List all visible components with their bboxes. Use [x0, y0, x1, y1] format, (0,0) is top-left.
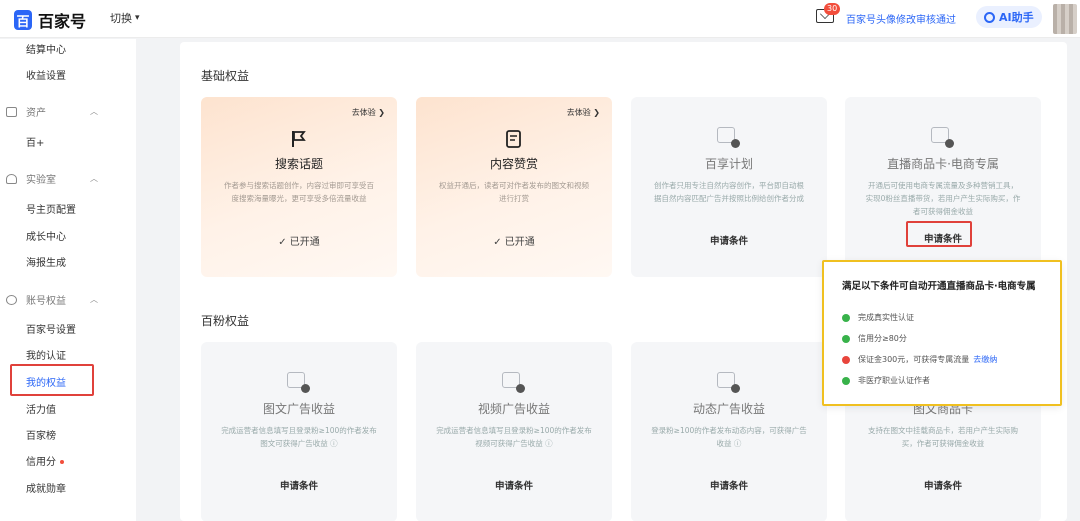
- card-title: 动态广告收益: [692, 402, 765, 416]
- apply-conditions-button[interactable]: 申请条件: [845, 478, 1041, 492]
- card-description: 完成运营者信息填写且登录粉≥100的作者发布图文可获得广告收益 ⓘ: [221, 426, 377, 448]
- top-bar: 百 百家号 切换 ▾ 30 百家号头像修改审核通过 AI助手: [0, 0, 1080, 38]
- sidebar-item-baiplus[interactable]: 百+: [26, 134, 44, 149]
- sidebar: 结算中心 收益设置 资产 ︿ 百+ 实验室 ︿ 号主页配置 成长中心 海报生成 …: [0, 39, 136, 521]
- condition-text: 完成真实性认证: [858, 313, 914, 322]
- card-description: 创作者只用专注自然内容创作，平台即自动根据自然内容匹配广告并按照比例给创作者分成: [654, 181, 804, 203]
- sidebar-group-label: 实验室: [26, 175, 56, 186]
- ai-assistant-button[interactable]: AI助手: [976, 6, 1042, 28]
- apply-conditions-button[interactable]: 申请条件: [201, 478, 397, 492]
- section-title-fans: 百粉权益: [201, 314, 250, 328]
- sidebar-group-lab[interactable]: 实验室 ︿: [6, 171, 98, 186]
- chevron-up-icon: ︿: [90, 107, 98, 116]
- rights-card-video-ad[interactable]: 视频广告收益 完成运营者信息填写且登录粉≥100的作者发布视频可获得广告收益 ⓘ…: [416, 342, 612, 521]
- sidebar-item-label: 信用分: [26, 457, 56, 468]
- condition-text: 信用分≥80分: [858, 334, 907, 343]
- sidebar-item-poster[interactable]: 海报生成: [26, 254, 66, 269]
- check-icon: [842, 376, 850, 385]
- rights-card-dynamic-ad[interactable]: 动态广告收益 登录粉≥100的作者发布动态内容，可获得广告收益 ⓘ 申请条件: [631, 342, 827, 521]
- sidebar-item-medals[interactable]: 成就勋章: [26, 480, 66, 495]
- card-title: 搜索话题: [274, 157, 323, 171]
- card-title: 内容赞赏: [489, 157, 538, 171]
- sidebar-item-vitality[interactable]: 活力值: [26, 401, 56, 416]
- card-description: 登录粉≥100的作者发布动态内容，可获得广告收益 ⓘ: [651, 426, 807, 448]
- condition-item: 信用分≥80分: [842, 333, 907, 344]
- apply-conditions-button[interactable]: 申请条件: [631, 233, 827, 247]
- switch-label: 切换: [110, 12, 132, 25]
- card-title: 视频广告收益: [477, 402, 550, 416]
- card-title: 直播商品卡·电商专属: [887, 157, 999, 171]
- check-icon: [842, 313, 850, 322]
- sidebar-item-credit[interactable]: 信用分: [26, 453, 64, 468]
- logo[interactable]: 百 百家号: [14, 8, 86, 32]
- section-title-basic: 基础权益: [201, 69, 250, 83]
- sidebar-item-growth-center[interactable]: 成长中心: [26, 228, 66, 243]
- apply-conditions-button[interactable]: 申请条件: [416, 478, 612, 492]
- try-link[interactable]: 去体验 ❯: [352, 107, 385, 118]
- try-link[interactable]: 去体验 ❯: [567, 107, 600, 118]
- chevron-down-icon: ▾: [135, 13, 140, 23]
- highlight-box-apply: [906, 221, 972, 247]
- card-description: 完成运营者信息填写且登录粉≥100的作者发布视频可获得广告收益 ⓘ: [436, 426, 592, 448]
- locked-rights-icon: [931, 127, 954, 148]
- highlight-box-my-rights: [10, 364, 94, 396]
- wallet-icon: [6, 106, 17, 117]
- flag-icon: [292, 131, 306, 147]
- condition-item: 非医疗职业认证作者: [842, 375, 930, 386]
- rights-card-article-ad[interactable]: 图文广告收益 完成运营者信息填写且登录粉≥100的作者发布图文可获得广告收益 ⓘ…: [201, 342, 397, 521]
- chevron-up-icon: ︿: [90, 295, 98, 304]
- logo-text: 百家号: [38, 12, 87, 31]
- avatar[interactable]: [1053, 4, 1077, 34]
- sidebar-item-certification[interactable]: 我的认证: [26, 347, 66, 362]
- popover-title: 满足以下条件可自动开通直播商品卡·电商专属: [842, 281, 1036, 292]
- locked-rights-icon: [502, 372, 525, 393]
- pay-deposit-link[interactable]: 去缴纳: [973, 354, 997, 365]
- apply-conditions-button[interactable]: 申请条件: [631, 478, 827, 492]
- rights-card-content-tip[interactable]: 去体验 ❯ 内容赞赏 权益开通后，读者可对作者发布的图文和视频进行打赏 ✓ 已开…: [416, 97, 612, 277]
- apply-conditions-popover: 满足以下条件可自动开通直播商品卡·电商专属 完成真实性认证 信用分≥80分 保证…: [822, 260, 1062, 406]
- card-description: 支持在图文中挂载商品卡，若用户产生实际购买，作者可获得佣金收益: [868, 426, 1018, 448]
- sidebar-item-settlement[interactable]: 结算中心: [26, 41, 66, 56]
- check-icon: [842, 334, 850, 343]
- account-icon: [6, 294, 17, 305]
- switch-button[interactable]: 切换 ▾: [110, 10, 140, 26]
- status-opened: ✓ 已开通: [278, 237, 320, 248]
- condition-text: 非医疗职业认证作者: [858, 376, 930, 385]
- condition-text: 保证金300元，可获得专属流量: [858, 355, 970, 364]
- sidebar-item-homepage-config[interactable]: 号主页配置: [26, 201, 76, 216]
- rights-card-search-topic[interactable]: 去体验 ❯ 搜索话题 作者参与搜索话题创作，内容过审即可享受百度搜索海量曝光，更…: [201, 97, 397, 277]
- card-description: 权益开通后，读者可对作者发布的图文和视频进行打赏: [439, 181, 589, 203]
- notification-dot: [60, 460, 64, 464]
- rights-card-live-product[interactable]: 直播商品卡·电商专属 开通后可使用电商专属流量及多种营销工具，实现0粉丝直播带货…: [845, 97, 1041, 277]
- locked-rights-icon: [717, 127, 740, 148]
- error-icon: [842, 355, 850, 364]
- rights-card-baixiang-plan[interactable]: 百享计划 创作者只用专注自然内容创作，平台即自动根据自然内容匹配广告并按照比例给…: [631, 97, 827, 277]
- card-description: 作者参与搜索话题创作，内容过审即可享受百度搜索海量曝光，更可享受多倍流量收益: [224, 181, 374, 203]
- card-title: 百享计划: [704, 157, 753, 171]
- sidebar-item-leaderboard[interactable]: 百家榜: [26, 427, 56, 442]
- sidebar-item-income-settings[interactable]: 收益设置: [26, 67, 66, 82]
- logo-icon: 百: [14, 10, 32, 30]
- notice-text[interactable]: 百家号头像修改审核通过: [846, 11, 956, 26]
- locked-rights-icon: [287, 372, 310, 393]
- sidebar-group-label: 账号权益: [26, 296, 66, 307]
- lab-icon: [6, 173, 17, 184]
- sidebar-group-assets[interactable]: 资产 ︿: [6, 104, 98, 119]
- document-icon: [506, 130, 521, 148]
- chevron-up-icon: ︿: [90, 174, 98, 183]
- sidebar-group-label: 资产: [26, 108, 46, 119]
- sidebar-item-account-settings[interactable]: 百家号设置: [26, 321, 76, 336]
- status-opened: ✓ 已开通: [493, 237, 535, 248]
- condition-item: 完成真实性认证: [842, 312, 914, 323]
- card-description: 开通后可使用电商专属流量及多种营销工具，实现0粉丝直播带货，若用户产生实际购买，…: [865, 181, 1021, 216]
- condition-item: 保证金300元，可获得专属流量 去缴纳: [842, 354, 997, 365]
- ai-icon: [984, 11, 995, 23]
- card-title: 图文广告收益: [262, 402, 335, 416]
- mail-badge: 30: [824, 3, 841, 15]
- sidebar-group-account-rights[interactable]: 账号权益 ︿: [6, 292, 98, 307]
- ai-assistant-label: AI助手: [999, 11, 1034, 24]
- locked-rights-icon: [717, 372, 740, 393]
